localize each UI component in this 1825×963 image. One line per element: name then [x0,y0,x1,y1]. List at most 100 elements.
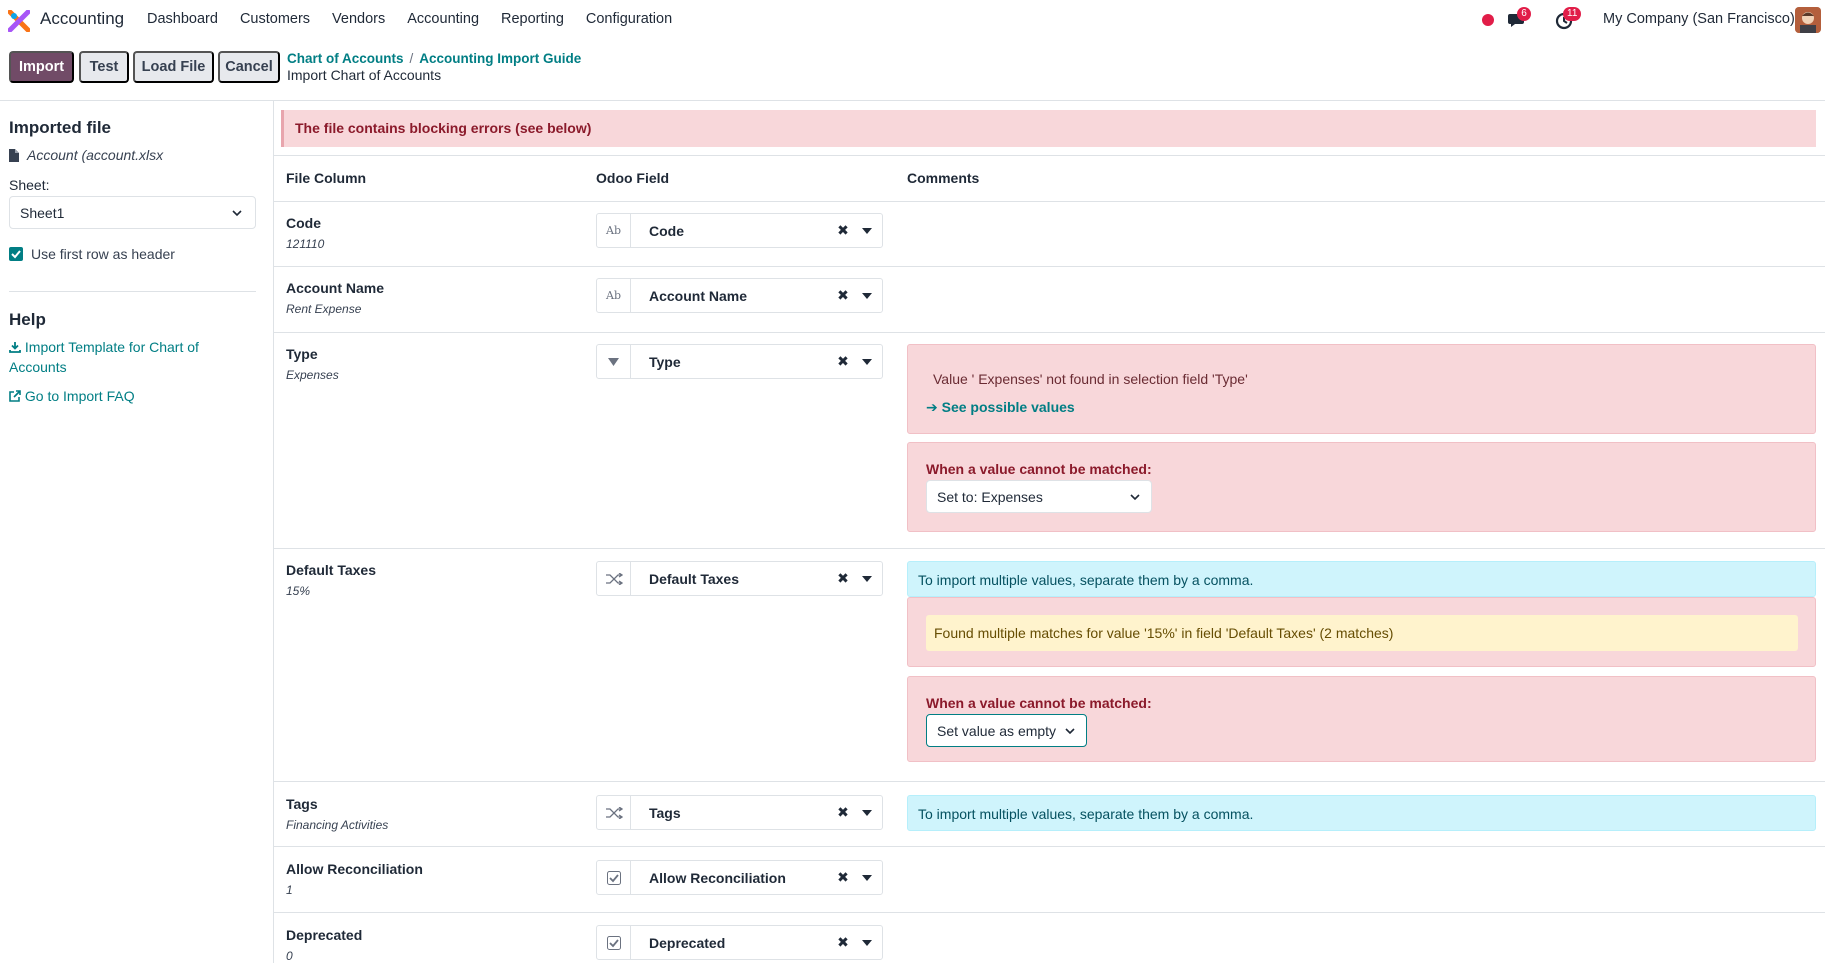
see-possible-values-link[interactable]: ➔ See possible values [926,399,1075,416]
header-comments: Comments [907,170,980,186]
menu-item-customers[interactable]: Customers [240,11,310,27]
recording-indicator-icon[interactable] [1482,14,1494,26]
use-header-label[interactable]: Use first row as header [31,246,175,262]
menu-item-accounting[interactable]: Accounting [407,11,479,27]
taxes-fallback-select[interactable]: Set value as empty [926,714,1087,747]
caret-down-icon[interactable] [852,358,882,365]
import-template-link-text: Import Template for Chart of [24,339,199,355]
odoo-field-select[interactable]: Ab Account Name ✖ [596,278,883,313]
multi-values-info-text: To import multiple values, separate them… [918,572,1254,588]
odoo-field-value: Tags [649,804,681,821]
download-icon [9,342,21,353]
text-field-icon: Ab [597,279,631,312]
menu-item-configuration[interactable]: Configuration [586,11,672,27]
use-header-option: Use first row as header [9,246,175,262]
taxes-match-alert: Found multiple matches for value '15%' i… [907,597,1816,667]
cancel-button[interactable]: Cancel [218,51,280,83]
imported-file-title: Imported file [9,118,112,137]
sheet-select-value: Sheet1 [20,205,65,221]
clear-field-icon[interactable]: ✖ [834,287,852,304]
caret-down-icon[interactable] [852,874,882,881]
menu-item-dashboard[interactable]: Dashboard [147,11,218,27]
company-switcher[interactable]: My Company (San Francisco) [1603,11,1795,27]
row-divider [274,332,1825,333]
boolean-field-icon [597,861,631,894]
file-column-sample: 1 [286,883,293,897]
main-menu: Dashboard Customers Vendors Accounting R… [147,11,694,27]
sidebar-divider [9,291,256,292]
file-column-name: Tags [286,796,318,812]
multi-values-info: To import multiple values, separate them… [907,561,1816,597]
chat-badge: 6 [1517,7,1531,21]
many2many-field-icon [597,796,631,829]
import-template-link-text-2: Accounts [9,359,67,375]
odoo-field-select[interactable]: Default Taxes ✖ [596,561,883,596]
import-sidebar: Imported file Account (account.xlsx Shee… [0,101,274,963]
file-column-sample: 0 [286,949,293,963]
test-button[interactable]: Test [79,51,129,83]
type-error-alert: Value ' Expenses' not found in selection… [907,344,1816,434]
odoo-field-value: Default Taxes [649,570,739,587]
menu-item-vendors[interactable]: Vendors [332,11,385,27]
caret-down-icon[interactable] [852,292,882,299]
odoo-field-select[interactable]: Allow Reconciliation ✖ [596,860,883,895]
file-column-sample: Financing Activities [286,818,389,832]
type-fallback-alert: When a value cannot be matched: Set to: … [907,442,1816,532]
file-column-name: Default Taxes [286,562,376,578]
odoo-field-value: Type [649,353,681,370]
app-name[interactable]: Accounting [40,9,124,29]
file-column-sample: 121110 [286,237,325,251]
odoo-field-select[interactable]: Tags ✖ [596,795,883,830]
import-faq-link[interactable]: Go to Import FAQ [9,386,135,406]
header-odoo-field: Odoo Field [596,170,670,186]
caret-down-icon[interactable] [852,809,882,816]
clear-field-icon[interactable]: ✖ [834,353,852,370]
row-divider [274,781,1825,782]
caret-down-icon[interactable] [852,575,882,582]
caret-down-icon[interactable] [852,939,882,946]
sheet-label: Sheet: [9,177,50,193]
clear-field-icon[interactable]: ✖ [834,934,852,951]
multi-values-info-text: To import multiple values, separate them… [918,806,1254,822]
external-link-icon [9,390,21,402]
clear-field-icon[interactable]: ✖ [834,570,852,587]
chevron-down-icon [1130,494,1140,501]
taxes-fallback-value: Set value as empty [937,723,1057,739]
clear-field-icon[interactable]: ✖ [834,869,852,886]
import-button[interactable]: Import [9,51,74,83]
odoo-field-value: Deprecated [649,934,726,951]
breadcrumb: Chart of Accounts / Accounting Import Guid… [287,51,581,66]
odoo-field-select[interactable]: Type ✖ [596,344,883,379]
sheet-select[interactable]: Sheet1 [9,196,256,229]
arrow-right-icon: ➔ [926,399,938,415]
many2many-field-icon [597,562,631,595]
breadcrumb-chart-of-accounts[interactable]: Chart of Accounts [287,51,404,66]
row-divider [274,846,1825,847]
row-divider [274,155,1825,156]
clear-field-icon[interactable]: ✖ [834,804,852,821]
checkmark-icon [11,250,21,259]
type-fallback-select[interactable]: Set to: Expenses [926,480,1152,513]
odoo-field-select[interactable]: Deprecated ✖ [596,925,883,960]
user-avatar[interactable] [1795,7,1821,33]
chevron-down-icon [232,210,242,217]
file-column-sample: Expenses [286,368,339,382]
row-divider [274,912,1825,913]
row-divider [274,548,1825,549]
accounting-app-icon[interactable] [8,10,30,32]
odoo-field-value: Allow Reconciliation [649,869,786,886]
chevron-down-icon [1065,728,1075,735]
odoo-field-select[interactable]: Ab Code ✖ [596,213,883,248]
clear-field-icon[interactable]: ✖ [834,222,852,239]
taxes-warning-box: Found multiple matches for value '15%' i… [926,615,1798,651]
file-column-name: Allow Reconciliation [286,861,423,877]
file-column-sample: Rent Expense [286,302,362,316]
menu-item-reporting[interactable]: Reporting [501,11,564,27]
import-template-link[interactable]: Import Template for Chart of Accounts [9,337,199,377]
breadcrumb-separator: / [409,51,414,66]
load-file-button[interactable]: Load File [133,51,214,83]
boolean-field-icon [597,926,631,959]
use-header-checkbox[interactable] [9,247,23,261]
breadcrumb-import-guide[interactable]: Accounting Import Guide [419,51,581,66]
caret-down-icon[interactable] [852,227,882,234]
